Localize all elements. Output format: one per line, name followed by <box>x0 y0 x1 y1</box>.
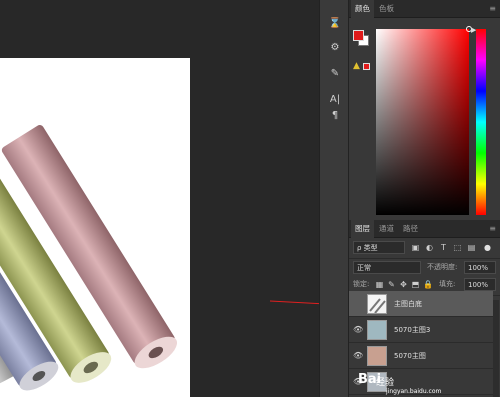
lock-pixels-icon[interactable]: ✎ <box>387 280 396 289</box>
filter-toggle-icon[interactable]: ● <box>483 243 492 252</box>
divider <box>349 258 500 259</box>
color-picker-field[interactable] <box>376 26 472 215</box>
fill-field[interactable]: 100% <box>464 278 496 291</box>
smart-object-filter-icon[interactable]: ▤ <box>467 243 476 252</box>
layers-scrollbar[interactable] <box>493 300 499 397</box>
watermark-text: 经验 <box>376 378 395 388</box>
type-filter-icon[interactable]: T <box>439 243 448 252</box>
history-brush-icon[interactable]: ⌛ <box>326 14 344 32</box>
gamut-warning-icon: ▲ <box>353 61 360 71</box>
layer-row[interactable]: 主图白底 <box>349 291 493 317</box>
layer-filter-row: ρ 类型 ▣ ◐ T ⬚ ▤ ● <box>349 241 500 255</box>
shape-filter-icon[interactable]: ⬚ <box>453 243 462 252</box>
opacity-field[interactable]: 100% <box>464 261 496 274</box>
layer-name[interactable]: 5070主图 <box>394 351 426 361</box>
gamut-warning-swatch[interactable] <box>363 63 370 70</box>
opacity-label: 不透明度: <box>427 263 458 271</box>
adjust-icon[interactable]: ⚙ <box>326 38 344 56</box>
pixel-filter-icon[interactable]: ▣ <box>411 243 420 252</box>
blend-mode-dropdown[interactable]: 正常 <box>353 261 421 274</box>
brush-preset-icon[interactable]: ✎ <box>326 64 344 82</box>
lock-all-icon[interactable]: 🔒 <box>423 280 433 289</box>
lock-position-icon[interactable]: ✥ <box>399 280 408 289</box>
eye-icon[interactable]: 👁 <box>353 351 363 360</box>
watermark-url: jingyan.baidu.com <box>386 388 442 395</box>
layers-panel: 图层 通道 路径 ≡ ρ 类型 ▣ ◐ T ⬚ ▤ ● 正常 不透明度: 100… <box>349 218 500 397</box>
layer-kind-filter-dropdown[interactable]: ρ 类型 <box>353 241 405 254</box>
layer-thumbnail <box>367 346 387 366</box>
right-panel: 颜色 色板 ≡ ▲ ▶ 图层 通道 路径 ≡ ρ 类型 ▣ ◐ T ⬚ ▤ ● <box>349 0 500 397</box>
hue-slider[interactable] <box>476 29 486 215</box>
layer-name[interactable]: 主图白底 <box>394 299 422 309</box>
layer-name[interactable]: 5070主图3 <box>394 325 430 335</box>
wallpaper-rolls-image <box>0 125 178 393</box>
fill-label: 填充: <box>439 280 456 288</box>
lock-row: 锁定: ▦ ✎ ✥ ⬒ 🔒 填充: 100% <box>349 278 500 292</box>
tab-color[interactable]: 颜色 <box>351 0 374 18</box>
tab-channels[interactable]: 通道 <box>375 220 398 238</box>
color-panel-tabbar: 颜色 色板 ≡ <box>349 0 500 18</box>
tab-paths[interactable]: 路径 <box>399 220 422 238</box>
layer-thumbnail <box>367 294 387 314</box>
color-panel-menu-icon[interactable]: ≡ <box>489 4 496 13</box>
layer-row[interactable]: 👁 5070主图3 <box>349 317 493 343</box>
color-panel: ▲ ▶ <box>349 18 500 218</box>
layer-visibility-toggle[interactable] <box>353 299 362 308</box>
tab-swatches[interactable]: 色板 <box>375 0 398 18</box>
layer-thumbnail <box>367 320 387 340</box>
adjustment-filter-icon[interactable]: ◐ <box>425 243 434 252</box>
lock-label: 锁定: <box>353 280 370 288</box>
lock-transparent-icon[interactable]: ▦ <box>375 280 384 289</box>
eye-icon[interactable]: 👁 <box>353 325 363 334</box>
panel-dock-toolbar: ⌛ ⚙ ✎ A| ¶ <box>319 0 349 397</box>
tab-layers[interactable]: 图层 <box>351 220 374 238</box>
blend-mode-row: 正常 不透明度: 100% <box>349 261 500 275</box>
paragraph-icon[interactable]: ¶ <box>326 106 344 124</box>
layers-panel-tabbar: 图层 通道 路径 ≡ <box>349 220 500 238</box>
layers-panel-menu-icon[interactable]: ≡ <box>489 224 496 233</box>
document-canvas[interactable] <box>0 58 190 397</box>
layer-row[interactable]: 👁 5070主图 <box>349 343 493 369</box>
canvas-area[interactable] <box>0 0 319 397</box>
foreground-color-swatch[interactable] <box>353 30 364 41</box>
lock-artboard-icon[interactable]: ⬒ <box>411 280 420 289</box>
